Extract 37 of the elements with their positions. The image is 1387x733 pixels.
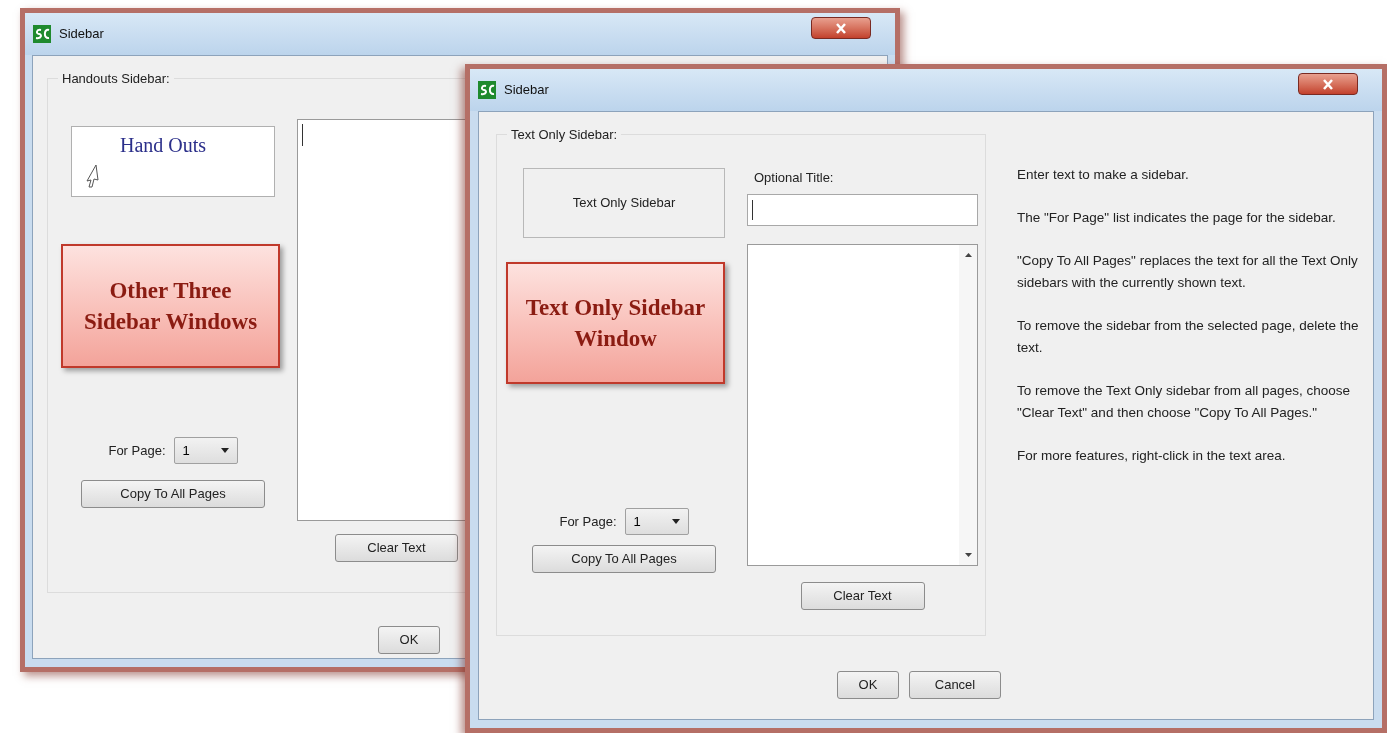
help-paragraph: Enter text to make a sidebar. xyxy=(1017,166,1190,184)
callout-label: Text Only Sidebar Window xyxy=(506,262,725,384)
close-icon xyxy=(1322,78,1334,90)
copy-to-all-button[interactable]: Copy To All Pages xyxy=(81,480,265,508)
clear-text-button[interactable]: Clear Text xyxy=(800,581,925,610)
close-button[interactable] xyxy=(1298,73,1358,95)
clear-text-button[interactable]: Clear Text xyxy=(335,534,458,562)
help-paragraph: The "For Page" list indicates the page for the sidebar. xyxy=(1017,209,1337,227)
ok-button[interactable]: OK xyxy=(378,626,440,654)
callout-label: Other Three Sidebar Windows xyxy=(61,244,280,368)
help-paragraph: To remove the Text Only sidebar from all pages, choose "Clear Text" and then choose "Copy To All Pages." xyxy=(1017,382,1351,422)
title-input[interactable] xyxy=(747,193,978,226)
scroll-down-icon[interactable] xyxy=(964,552,972,557)
scrollbar[interactable] xyxy=(959,244,977,565)
for-page-label: For Page: xyxy=(559,512,617,531)
help-paragraph: "Copy To All Pages" replaces the text for all the Text Only sidebars with the currently shown text. xyxy=(1017,252,1359,292)
window-title: Sidebar xyxy=(59,25,104,44)
copy-to-all-button[interactable]: Copy To All Pages xyxy=(532,545,716,573)
caret-icon xyxy=(220,448,229,453)
close-button[interactable] xyxy=(811,17,871,39)
close-icon xyxy=(835,22,847,34)
window-title: Sidebar xyxy=(504,81,549,100)
page-dropdown[interactable]: 1 xyxy=(173,437,238,464)
help-paragraph: For more features, right-click in the text area. xyxy=(1017,447,1287,465)
cursor-icon xyxy=(84,163,100,189)
caret-icon xyxy=(671,519,680,524)
page-dropdown[interactable]: 1 xyxy=(624,508,689,535)
app-logo-icon xyxy=(33,25,51,43)
app-logo-icon xyxy=(478,81,496,99)
for-page-label: For Page: xyxy=(108,441,166,460)
scroll-up-icon[interactable] xyxy=(964,252,972,257)
preview-title: Text Only Sidebar xyxy=(572,194,676,212)
preview-title: Hand Outs xyxy=(120,133,207,158)
help-paragraph: To remove the sidebar from the selected page, delete the text. xyxy=(1017,317,1360,357)
optional-title-label: Optional Title: xyxy=(754,169,835,187)
ok-button[interactable]: OK xyxy=(837,671,899,699)
cancel-button[interactable]: Cancel xyxy=(909,671,1001,699)
